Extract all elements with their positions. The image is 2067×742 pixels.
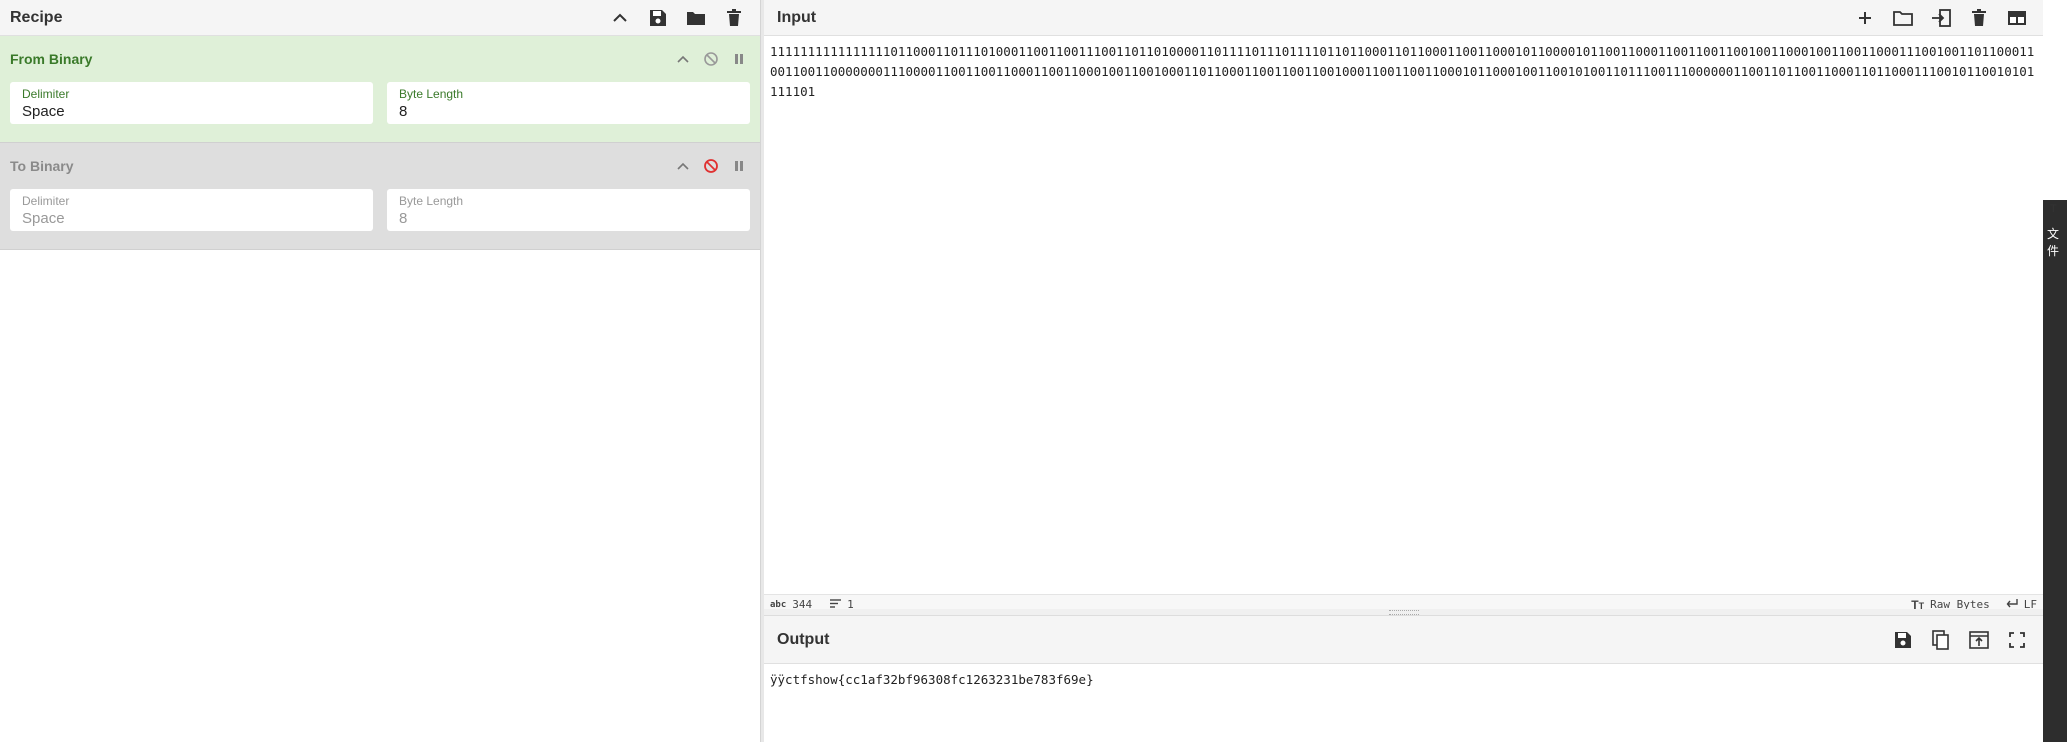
replace-input-icon[interactable]: [1967, 628, 1991, 652]
operation-title: To Binary: [10, 158, 74, 174]
chevron-up-icon[interactable]: [608, 6, 632, 30]
input-title: Input: [777, 8, 817, 26]
chevron-up-icon[interactable]: [674, 157, 692, 175]
io-resizer[interactable]: [764, 609, 2043, 616]
byte-length-label: Byte Length: [399, 194, 464, 208]
input-header: Input: [764, 0, 2043, 36]
recipe-header: Recipe: [0, 0, 760, 36]
pause-icon[interactable]: [730, 50, 748, 68]
layout-icon[interactable]: [2005, 6, 2029, 30]
byte-length-field[interactable]: Byte Length 8: [387, 189, 750, 231]
input-textarea[interactable]: 1111111111111111011000110111010001100110…: [764, 36, 2043, 102]
side-strip-top: [2043, 0, 2067, 200]
delimiter-label: Delimiter: [22, 87, 70, 101]
output-panel: Output ÿÿctfshow{cc1af32bf96308fc1263231…: [764, 616, 2043, 742]
save-icon[interactable]: [1891, 628, 1915, 652]
recipe-panel: Recipe From Binary Delimiter Space Byte …: [0, 0, 760, 742]
byte-length-field[interactable]: Byte Length 8: [387, 82, 750, 124]
trash-icon[interactable]: [1967, 6, 1991, 30]
delimiter-field[interactable]: Delimiter Space: [10, 189, 373, 231]
output-header: Output: [764, 616, 2043, 664]
delimiter-field[interactable]: Delimiter Space: [10, 82, 373, 124]
import-icon[interactable]: [1929, 6, 1953, 30]
save-icon[interactable]: [646, 6, 670, 30]
side-text-t: T: [2050, 203, 2057, 215]
length-icon: abc: [770, 599, 787, 610]
disable-icon[interactable]: [702, 50, 720, 68]
side-strip: [2043, 200, 2067, 742]
byte-length-value[interactable]: 8: [399, 103, 738, 120]
operation-from-binary[interactable]: From Binary Delimiter Space Byte Length: [0, 36, 760, 143]
delimiter-value[interactable]: Space: [22, 210, 361, 227]
delimiter-label: Delimiter: [22, 194, 70, 208]
trash-icon[interactable]: [722, 6, 746, 30]
grip-icon: [1388, 610, 1419, 615]
maximize-icon[interactable]: [2005, 628, 2029, 652]
side-text-cjk[interactable]: 文件: [2047, 225, 2067, 259]
copy-icon[interactable]: [1929, 628, 1953, 652]
output-text[interactable]: ÿÿctfshow{cc1af32bf96308fc1263231be783f6…: [764, 664, 2043, 690]
pause-icon[interactable]: [730, 157, 748, 175]
input-panel: Input 1111111111111111011000110111010001…: [764, 0, 2043, 614]
output-title: Output: [777, 630, 830, 648]
chevron-up-icon[interactable]: [674, 50, 692, 68]
folder-icon[interactable]: [684, 6, 708, 30]
byte-length-label: Byte Length: [399, 87, 464, 101]
delimiter-value[interactable]: Space: [22, 103, 361, 120]
operation-title: From Binary: [10, 51, 93, 67]
byte-length-value[interactable]: 8: [399, 210, 738, 227]
folder-open-icon[interactable]: [1891, 6, 1915, 30]
recipe-title: Recipe: [10, 8, 63, 26]
plus-icon[interactable]: [1853, 6, 1877, 30]
disable-icon[interactable]: [702, 157, 720, 175]
operation-to-binary[interactable]: To Binary Delimiter Space Byte Length 8: [0, 143, 760, 250]
